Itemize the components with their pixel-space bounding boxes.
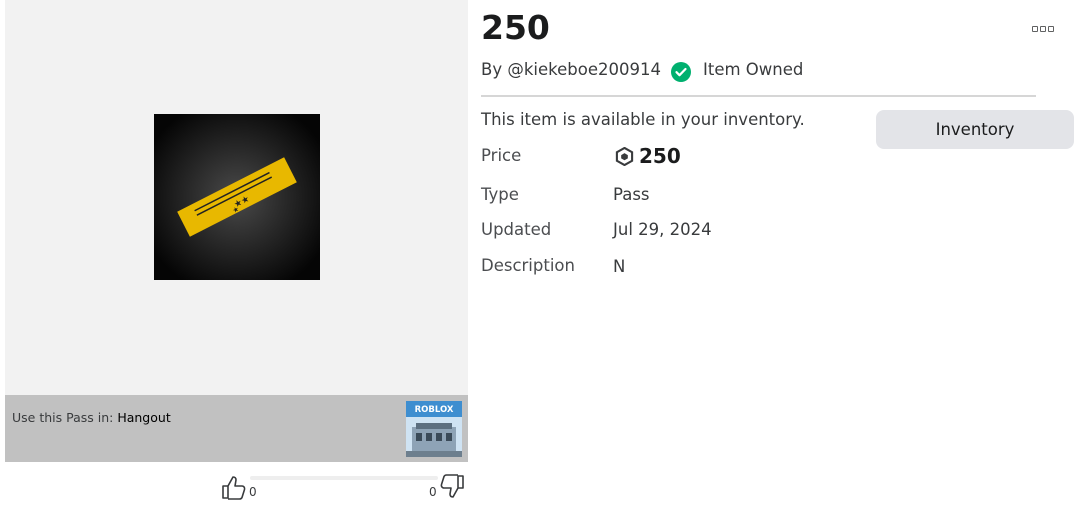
use-in-place-strip: Use this Pass in: Hangout ROBLOX — [5, 395, 468, 462]
description-value: N — [613, 257, 626, 276]
availability-text: This item is available in your inventory… — [481, 110, 805, 129]
roblox-logo-text: ROBLOX — [415, 405, 454, 415]
updated-label: Updated — [481, 220, 552, 239]
type-label: Type — [481, 185, 519, 204]
item-thumbnail-panel: ★★ ★ — [5, 0, 468, 395]
price-value: 250 — [639, 144, 681, 168]
upvote-count: 0 — [249, 485, 257, 499]
creator-link[interactable]: @kiekeboe200914 — [507, 60, 661, 79]
updated-value: Jul 29, 2024 — [613, 220, 712, 239]
item-title: 250 — [481, 8, 550, 47]
robux-icon — [615, 147, 634, 166]
creator-byline: By @kiekeboe200914 — [481, 60, 661, 79]
place-link[interactable]: Hangout — [117, 410, 170, 425]
description-label: Description — [481, 256, 575, 275]
downvote-count: 0 — [429, 485, 437, 499]
thumbs-down-icon[interactable] — [438, 473, 466, 501]
vote-ratio-bar — [250, 476, 438, 480]
header-divider — [481, 95, 1036, 97]
item-owned-label: Item Owned — [703, 60, 804, 79]
price-label: Price — [481, 146, 522, 165]
use-in-place-text: Use this Pass in: Hangout — [12, 410, 171, 425]
more-options-icon[interactable] — [1032, 22, 1056, 36]
inventory-button[interactable]: Inventory — [876, 110, 1074, 149]
pass-thumbnail-image: ★★ ★ — [154, 114, 320, 280]
type-value: Pass — [613, 185, 650, 204]
place-thumbnail[interactable]: ROBLOX — [406, 401, 462, 457]
owned-check-icon — [671, 62, 691, 82]
thumbs-up-icon[interactable] — [220, 473, 248, 501]
